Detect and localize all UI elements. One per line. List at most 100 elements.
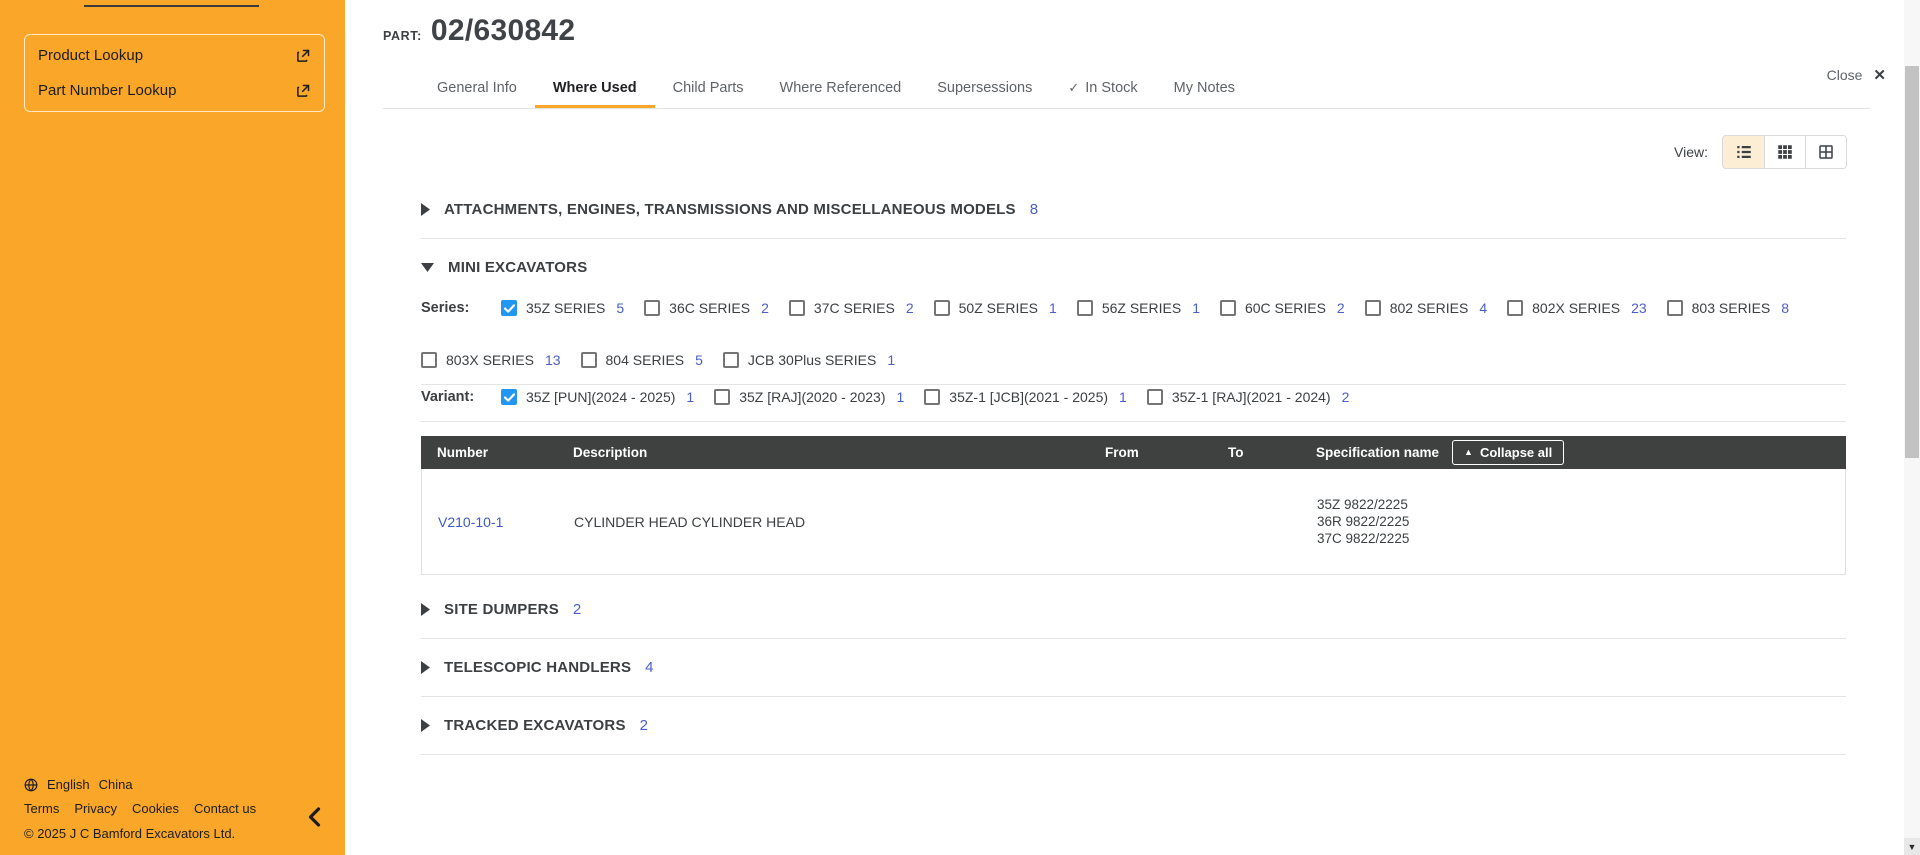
- checkbox-icon: [644, 300, 661, 316]
- part-number-lookup-label: Part Number Lookup: [38, 82, 177, 99]
- close-label: Close: [1826, 67, 1863, 83]
- section-count: 2: [572, 601, 582, 618]
- part-header: PART: 02/630842: [383, 14, 1904, 48]
- tab-my-notes[interactable]: My Notes: [1156, 70, 1253, 108]
- part-number-link[interactable]: V210-10-1: [438, 514, 574, 530]
- variant-checkbox-35z1-raj[interactable]: 35Z-1 [RAJ](2021 - 2024) 2: [1146, 389, 1349, 405]
- series-checkbox-802[interactable]: 802 SERIES 4: [1364, 300, 1487, 316]
- product-lookup-label: Product Lookup: [38, 47, 144, 64]
- series-checkbox-jcb30plus[interactable]: JCB 30Plus SERIES 1: [722, 352, 895, 368]
- checkbox-icon: [1219, 300, 1236, 316]
- checkbox-icon: [924, 389, 941, 405]
- checkbox-checked-icon: [501, 389, 517, 405]
- variant-checkbox-35z-pun[interactable]: 35Z [PUN](2024 - 2025) 1: [501, 389, 694, 405]
- chevron-right-icon: [421, 203, 430, 216]
- column-header-from: From: [1105, 445, 1139, 460]
- table-body: V210-10-1 CYLINDER HEAD CYLINDER HEAD 35…: [421, 469, 1846, 575]
- triangle-up-icon: ▲: [1464, 447, 1473, 457]
- series-checkbox-36c[interactable]: 36C SERIES 2: [644, 300, 769, 316]
- where-used-sections: ATTACHMENTS, ENGINES, TRANSMISSIONS AND …: [421, 181, 1846, 755]
- variant-checkbox-35z-raj[interactable]: 35Z [RAJ](2020 - 2023) 1: [714, 389, 904, 405]
- terms-link[interactable]: Terms: [24, 801, 59, 816]
- column-header-number: Number: [437, 445, 489, 460]
- list-view-icon: [1735, 143, 1753, 161]
- view-label: View:: [1674, 144, 1708, 160]
- sidebar-item-product-lookup[interactable]: Product Lookup: [25, 38, 324, 73]
- checkbox-icon: [1507, 300, 1524, 316]
- series-label: Series:: [421, 300, 470, 316]
- variant-filter-row: Variant: 35Z [PUN](2024 - 2025) 1 35Z [R…: [421, 385, 1846, 421]
- scrollbar-down-icon[interactable]: ▼: [1904, 838, 1920, 855]
- part-label: PART:: [383, 29, 422, 43]
- region-selector[interactable]: China: [99, 777, 133, 792]
- globe-icon: [24, 778, 38, 792]
- column-header-description: Description: [573, 445, 648, 460]
- section-telescopic-handlers[interactable]: TELESCOPIC HANDLERS 4: [421, 639, 1846, 696]
- section-title: TRACKED EXCAVATORS: [444, 717, 626, 734]
- tab-where-used[interactable]: Where Used: [534, 70, 655, 108]
- series-checkbox-802x[interactable]: 802X SERIES 23: [1507, 300, 1647, 316]
- where-used-table: Number Description From To Specification…: [421, 436, 1846, 575]
- section-title: SITE DUMPERS: [444, 601, 559, 618]
- series-checkbox-35z[interactable]: 35Z SERIES 5: [501, 300, 624, 316]
- checkbox-checked-icon: [501, 300, 517, 316]
- sidebar: Product Lookup Part Number Lookup Englis…: [0, 0, 345, 855]
- external-link-icon: [296, 48, 311, 63]
- checkbox-icon: [1076, 300, 1093, 316]
- series-checkbox-60c[interactable]: 60C SERIES 2: [1219, 300, 1345, 316]
- view-table-button[interactable]: [1805, 136, 1846, 168]
- section-count: 4: [645, 659, 654, 676]
- specification-cell: 35Z 9822/2225 36R 9822/2225 37C 9822/222…: [1317, 497, 1410, 546]
- chevron-right-icon: [421, 603, 430, 616]
- language-selector[interactable]: English: [47, 777, 90, 792]
- variant-label: Variant:: [421, 389, 475, 405]
- sidebar-input-underline: [84, 5, 259, 7]
- tab-bar: General Info Where Used Child Parts Wher…: [383, 70, 1870, 109]
- sidebar-collapse-chevron-icon[interactable]: [308, 807, 321, 827]
- checkbox-icon: [1146, 389, 1163, 405]
- column-header-to: To: [1228, 445, 1244, 460]
- privacy-link[interactable]: Privacy: [74, 801, 117, 816]
- column-header-specification-name: Specification name: [1316, 445, 1440, 460]
- collapse-all-button[interactable]: ▲ Collapse all: [1452, 440, 1565, 465]
- close-icon: ✕: [1873, 67, 1886, 84]
- chevron-right-icon: [421, 719, 430, 732]
- chevron-down-icon: [421, 263, 434, 272]
- section-attachments[interactable]: ATTACHMENTS, ENGINES, TRANSMISSIONS AND …: [421, 181, 1846, 238]
- view-grid-button[interactable]: [1764, 136, 1805, 168]
- section-mini-excavators[interactable]: MINI EXCAVATORS: [421, 239, 1846, 296]
- table-header: Number Description From To Specification…: [421, 436, 1846, 469]
- copyright-text: © 2025 J C Bamford Excavators Ltd.: [24, 826, 236, 841]
- series-checkbox-50z[interactable]: 50Z SERIES 1: [933, 300, 1057, 316]
- checkbox-icon: [421, 352, 437, 368]
- close-button[interactable]: Close ✕: [1827, 66, 1886, 84]
- sidebar-footer: English China Terms Privacy Cookies Cont…: [24, 777, 321, 841]
- checkbox-icon: [933, 300, 950, 316]
- tab-general-info[interactable]: General Info: [419, 70, 535, 108]
- cookies-link[interactable]: Cookies: [132, 801, 179, 816]
- check-icon: ✓: [1068, 80, 1080, 95]
- series-checkbox-803[interactable]: 803 SERIES 8: [1666, 300, 1789, 316]
- section-tracked-excavators[interactable]: TRACKED EXCAVATORS 2: [421, 697, 1846, 754]
- vertical-scrollbar[interactable]: ▼: [1904, 0, 1920, 855]
- view-list-button[interactable]: [1723, 136, 1764, 168]
- checkbox-icon: [1666, 300, 1683, 316]
- tab-child-parts[interactable]: Child Parts: [655, 70, 762, 108]
- scrollbar-thumb[interactable]: [1905, 66, 1919, 458]
- variant-checkbox-35z1-jcb[interactable]: 35Z-1 [JCB](2021 - 2025) 1: [924, 389, 1127, 405]
- series-checkbox-804[interactable]: 804 SERIES 5: [580, 352, 703, 368]
- series-checkbox-803x[interactable]: 803X SERIES 13: [421, 352, 561, 368]
- series-checkbox-37c[interactable]: 37C SERIES 2: [788, 300, 914, 316]
- section-site-dumpers[interactable]: SITE DUMPERS 2: [421, 581, 1846, 638]
- tab-supersessions[interactable]: Supersessions: [919, 70, 1050, 108]
- sidebar-item-part-number-lookup[interactable]: Part Number Lookup: [25, 73, 324, 108]
- tab-in-stock[interactable]: ✓ In Stock: [1050, 70, 1155, 108]
- tab-where-referenced[interactable]: Where Referenced: [762, 70, 920, 108]
- section-count: 8: [1029, 201, 1039, 218]
- series-checkbox-56z[interactable]: 56Z SERIES 1: [1076, 300, 1200, 316]
- checkbox-icon: [580, 352, 597, 368]
- chevron-right-icon: [421, 661, 430, 674]
- checkbox-icon: [1364, 300, 1381, 316]
- section-count: 2: [639, 717, 649, 734]
- contact-us-link[interactable]: Contact us: [194, 801, 256, 816]
